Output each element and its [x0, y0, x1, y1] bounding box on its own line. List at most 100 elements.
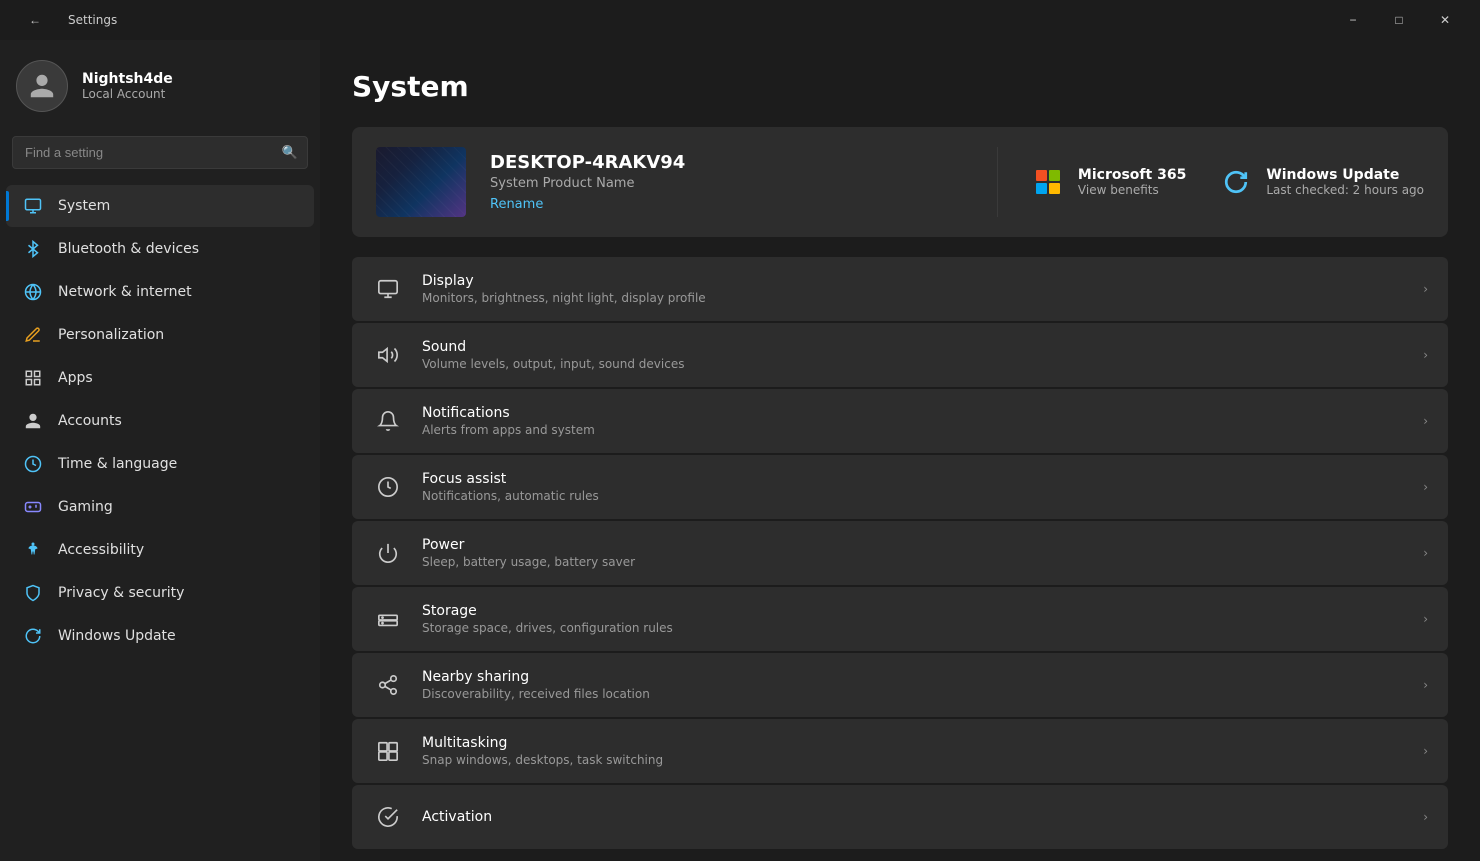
power-icon: [372, 537, 404, 569]
sidebar-item-label-privacy: Privacy & security: [58, 585, 184, 601]
sidebar-nav: System Bluetooth & devices Network & int…: [0, 185, 320, 657]
settings-item-power[interactable]: Power Sleep, battery usage, battery save…: [352, 521, 1448, 585]
notifications-title: Notifications: [422, 405, 1405, 421]
storage-subtitle: Storage space, drives, configuration rul…: [422, 621, 1405, 635]
titlebar-left: ← Settings: [12, 0, 117, 40]
sidebar-item-system[interactable]: System: [6, 185, 314, 227]
minimize-button[interactable]: −: [1330, 0, 1376, 40]
bluetooth-icon: [22, 238, 44, 260]
sidebar-item-label-system: System: [58, 198, 110, 214]
activation-icon: [372, 801, 404, 833]
sound-arrow: ›: [1423, 348, 1428, 362]
page-title: System: [352, 70, 1448, 103]
settings-item-focus-assist[interactable]: Focus assist Notifications, automatic ru…: [352, 455, 1448, 519]
time-icon: [22, 453, 44, 475]
activation-arrow: ›: [1423, 810, 1428, 824]
sidebar-item-windows-update[interactable]: Windows Update: [6, 615, 314, 657]
sidebar-item-time[interactable]: Time & language: [6, 443, 314, 485]
search-icon: 🔍: [282, 145, 298, 160]
search-box: 🔍: [12, 136, 308, 169]
sound-subtitle: Volume levels, output, input, sound devi…: [422, 357, 1405, 371]
windows-update-subtitle: Last checked: 2 hours ago: [1266, 183, 1424, 197]
sidebar-item-label-personalization: Personalization: [58, 327, 164, 343]
user-info: Nightsh4de Local Account: [82, 71, 173, 101]
system-details: DESKTOP-4RAKV94 System Product Name Rena…: [490, 152, 965, 212]
user-type: Local Account: [82, 87, 173, 101]
power-arrow: ›: [1423, 546, 1428, 560]
user-section[interactable]: Nightsh4de Local Account: [0, 40, 320, 128]
storage-title: Storage: [422, 603, 1405, 619]
focus-assist-arrow: ›: [1423, 480, 1428, 494]
titlebar-title: Settings: [68, 13, 117, 27]
sidebar-item-label-network: Network & internet: [58, 284, 192, 300]
sidebar-item-gaming[interactable]: Gaming: [6, 486, 314, 528]
privacy-icon: [22, 582, 44, 604]
focus-assist-text: Focus assist Notifications, automatic ru…: [422, 471, 1405, 503]
focus-assist-title: Focus assist: [422, 471, 1405, 487]
app-container: Nightsh4de Local Account 🔍 System Blueto…: [0, 40, 1480, 861]
windows-update-action[interactable]: Windows Update Last checked: 2 hours ago: [1218, 164, 1424, 200]
sidebar-item-label-time: Time & language: [58, 456, 177, 472]
focus-assist-icon: [372, 471, 404, 503]
power-subtitle: Sleep, battery usage, battery saver: [422, 555, 1405, 569]
activation-text: Activation: [422, 809, 1405, 825]
microsoft365-title: Microsoft 365: [1078, 167, 1186, 183]
search-input[interactable]: [12, 136, 308, 169]
windows-update-text: Windows Update Last checked: 2 hours ago: [1266, 167, 1424, 197]
settings-item-activation[interactable]: Activation ›: [352, 785, 1448, 849]
multitasking-arrow: ›: [1423, 744, 1428, 758]
gaming-icon: [22, 496, 44, 518]
apps-icon: [22, 367, 44, 389]
display-text: Display Monitors, brightness, night ligh…: [422, 273, 1405, 305]
rename-button[interactable]: Rename: [490, 197, 543, 212]
user-name: Nightsh4de: [82, 71, 173, 87]
notifications-icon: [372, 405, 404, 437]
sidebar-item-privacy[interactable]: Privacy & security: [6, 572, 314, 614]
accounts-icon: [22, 410, 44, 432]
sidebar-item-apps[interactable]: Apps: [6, 357, 314, 399]
power-title: Power: [422, 537, 1405, 553]
settings-item-multitasking[interactable]: Multitasking Snap windows, desktops, tas…: [352, 719, 1448, 783]
storage-text: Storage Storage space, drives, configura…: [422, 603, 1405, 635]
sidebar-item-network[interactable]: Network & internet: [6, 271, 314, 313]
sound-title: Sound: [422, 339, 1405, 355]
storage-icon: [372, 603, 404, 635]
focus-assist-subtitle: Notifications, automatic rules: [422, 489, 1405, 503]
microsoft365-text: Microsoft 365 View benefits: [1078, 167, 1186, 197]
titlebar-controls: − □ ✕: [1330, 0, 1468, 40]
close-button[interactable]: ✕: [1422, 0, 1468, 40]
multitasking-icon: [372, 735, 404, 767]
settings-item-sound[interactable]: Sound Volume levels, output, input, soun…: [352, 323, 1448, 387]
windows-update-title: Windows Update: [1266, 167, 1424, 183]
sidebar-item-bluetooth[interactable]: Bluetooth & devices: [6, 228, 314, 270]
microsoft365-action[interactable]: Microsoft 365 View benefits: [1030, 164, 1186, 200]
back-button[interactable]: ←: [12, 0, 58, 40]
sidebar-item-personalization[interactable]: Personalization: [6, 314, 314, 356]
settings-item-storage[interactable]: Storage Storage space, drives, configura…: [352, 587, 1448, 651]
multitasking-text: Multitasking Snap windows, desktops, tas…: [422, 735, 1405, 767]
sidebar-item-accounts[interactable]: Accounts: [6, 400, 314, 442]
settings-item-nearby-sharing[interactable]: Nearby sharing Discoverability, received…: [352, 653, 1448, 717]
maximize-button[interactable]: □: [1376, 0, 1422, 40]
main-content: System DESKTOP-4RAKV94 System Product Na…: [320, 40, 1480, 861]
settings-item-display[interactable]: Display Monitors, brightness, night ligh…: [352, 257, 1448, 321]
microsoft365-icon: [1030, 164, 1066, 200]
multitasking-title: Multitasking: [422, 735, 1405, 751]
sidebar-item-label-apps: Apps: [58, 370, 93, 386]
system-image: [376, 147, 466, 217]
activation-title: Activation: [422, 809, 1405, 825]
nearby-sharing-arrow: ›: [1423, 678, 1428, 692]
sidebar-item-accessibility[interactable]: Accessibility: [6, 529, 314, 571]
titlebar: ← Settings − □ ✕: [0, 0, 1480, 40]
windows-update-icon: [22, 625, 44, 647]
nearby-sharing-icon: [372, 669, 404, 701]
display-title: Display: [422, 273, 1405, 289]
windows-update-action-icon: [1218, 164, 1254, 200]
nearby-sharing-text: Nearby sharing Discoverability, received…: [422, 669, 1405, 701]
settings-item-notifications[interactable]: Notifications Alerts from apps and syste…: [352, 389, 1448, 453]
storage-arrow: ›: [1423, 612, 1428, 626]
nearby-sharing-subtitle: Discoverability, received files location: [422, 687, 1405, 701]
sidebar-item-label-windows-update: Windows Update: [58, 628, 176, 644]
accessibility-icon: [22, 539, 44, 561]
notifications-arrow: ›: [1423, 414, 1428, 428]
